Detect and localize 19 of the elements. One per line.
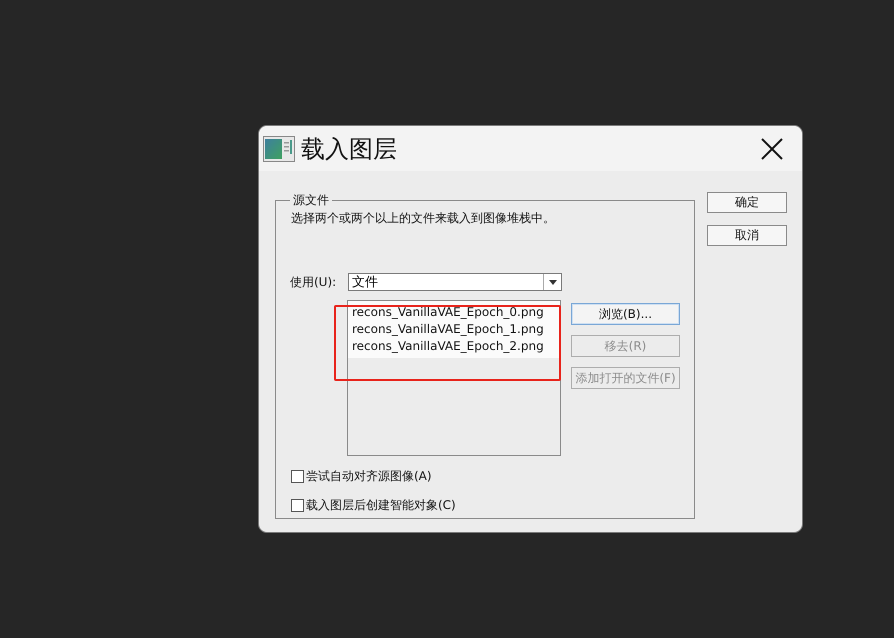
window-title: 载入图层 xyxy=(301,134,398,164)
file-item[interactable]: recons_VanillaVAE_Epoch_1.png xyxy=(352,321,556,338)
use-label: 使用(U): xyxy=(290,274,338,290)
checkbox[interactable] xyxy=(291,470,304,483)
close-icon xyxy=(761,138,783,160)
file-list[interactable]: recons_VanillaVAE_Epoch_0.png recons_VanillaVAE_Epoch_1.png recons_VanillaVAE_Epoch_2.png xyxy=(347,300,561,456)
dialog-button[interactable]: 确定 xyxy=(707,192,787,213)
dropdown-arrow-icon xyxy=(548,280,556,284)
option-label[interactable]: 尝试自动对齐源图像(A) xyxy=(291,468,694,485)
group-legend: 源文件 xyxy=(290,192,332,209)
layers-app-icon xyxy=(263,136,295,162)
side-button[interactable]: 浏览(B)... xyxy=(571,303,680,325)
dialog-button[interactable]: 取消 xyxy=(707,225,787,246)
use-dropdown[interactable]: 文件 xyxy=(348,273,562,291)
file-item[interactable]: recons_VanillaVAE_Epoch_0.png xyxy=(352,304,556,321)
option-label[interactable]: 载入图层后创建智能对象(C) xyxy=(291,497,694,514)
description-text: 选择两个或两个以上的文件来载入到图像堆栈中。 xyxy=(291,210,556,227)
file-item[interactable]: recons_VanillaVAE_Epoch_2.png xyxy=(352,338,556,355)
checkbox[interactable] xyxy=(291,499,304,512)
